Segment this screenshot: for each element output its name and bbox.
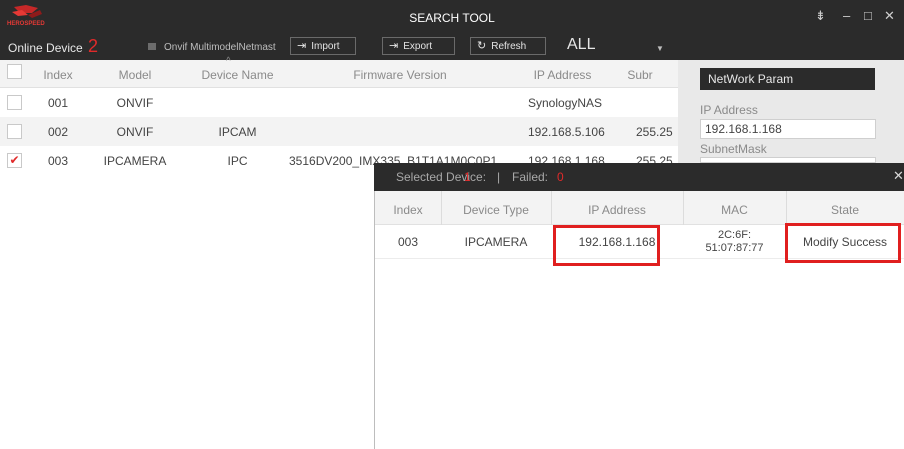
row-model: IPCAMERA <box>103 154 167 168</box>
column-header-ip-address[interactable]: IP Address <box>551 203 683 217</box>
online-device-label: Online Device <box>8 41 83 55</box>
import-button-label: Import <box>311 41 340 52</box>
export-icon: ⇥ <box>389 40 399 52</box>
multicast-label: Onvif MultimodelNetmast <box>164 42 276 53</box>
column-header-index[interactable]: Index <box>375 203 441 217</box>
row-subnet: 255.25 <box>636 125 673 139</box>
import-icon: ⇥ <box>297 40 307 52</box>
column-header-ip-address[interactable]: IP Address <box>525 68 600 82</box>
row-ip-address: SynologyNAS <box>528 96 603 110</box>
chevron-down-icon[interactable]: ▼ <box>656 44 664 53</box>
device-filter-select[interactable]: ALL <box>567 36 595 54</box>
multicast-checkbox[interactable] <box>148 43 156 50</box>
subnet-mask-label: SubnetMask <box>700 142 767 156</box>
row-index: 001 <box>47 96 69 110</box>
ip-highlight-box <box>553 225 660 266</box>
column-header-subnet[interactable]: Subr <box>620 68 660 82</box>
sort-ascending-icon: ^ <box>226 56 231 67</box>
device-table-row[interactable]: 001 ONVIF SynologyNAS <box>0 88 678 117</box>
refresh-button[interactable]: ↻ Refresh <box>470 37 546 55</box>
row-device-name: IPCAM <box>218 125 257 139</box>
export-button-label: Export <box>403 41 433 52</box>
row-device-name: IPC <box>227 154 248 168</box>
selected-device-count: 1 <box>464 170 471 184</box>
close-button[interactable]: ✕ <box>884 8 895 24</box>
selected-device-label: Selected Device: <box>396 170 487 184</box>
row-checkbox[interactable] <box>7 124 22 139</box>
minimize-button[interactable]: – <box>843 8 850 23</box>
row-checkbox[interactable] <box>7 95 22 110</box>
row-model: ONVIF <box>116 96 154 110</box>
ip-address-label: IP Address <box>700 103 758 117</box>
select-all-checkbox[interactable] <box>7 64 22 79</box>
row-index: 003 <box>47 154 69 168</box>
maximize-button[interactable]: □ <box>864 8 872 23</box>
column-header-device-name[interactable]: Device Name <box>200 68 275 82</box>
column-header-model[interactable]: Model <box>100 68 170 82</box>
refresh-icon: ↻ <box>477 40 487 52</box>
refresh-button-label: Refresh <box>491 41 527 52</box>
result-mac-line1: 2C:6F: <box>717 229 751 241</box>
device-table-row[interactable]: 002 ONVIF IPCAM 192.168.5.106 255.25 <box>0 117 678 146</box>
pin-icon[interactable]: ⇟ <box>815 8 826 24</box>
column-header-state[interactable]: State <box>786 203 904 217</box>
row-checkbox-checked[interactable]: ✔ <box>7 153 22 168</box>
column-header-device-type[interactable]: Device Type <box>441 203 551 217</box>
checkmark-icon: ✔ <box>9 153 20 167</box>
column-header-mac[interactable]: MAC <box>683 203 786 217</box>
close-icon[interactable]: ✕ <box>893 168 904 184</box>
result-mac-line2: 51:07:87:77 <box>705 242 764 254</box>
result-index: 003 <box>397 235 419 249</box>
window-title: SEARCH TOOL <box>409 11 495 25</box>
network-param-title: NetWork Param <box>700 68 875 90</box>
result-device-type: IPCAMERA <box>464 235 528 249</box>
failed-label: Failed: <box>512 170 549 184</box>
row-index: 002 <box>47 125 69 139</box>
state-highlight-box <box>785 223 901 263</box>
header-separator: | <box>497 170 501 184</box>
import-button[interactable]: ⇥ Import <box>290 37 356 55</box>
failed-count: 0 <box>557 170 564 184</box>
column-header-index[interactable]: Index <box>38 68 78 82</box>
row-ip-address: 192.168.5.106 <box>528 125 605 139</box>
export-button[interactable]: ⇥ Export <box>382 37 455 55</box>
row-model: ONVIF <box>116 125 154 139</box>
online-device-count: 2 <box>88 36 99 56</box>
ip-address-field[interactable]: 192.168.1.168 <box>700 119 876 139</box>
column-header-firmware[interactable]: Firmware Version <box>330 68 470 82</box>
